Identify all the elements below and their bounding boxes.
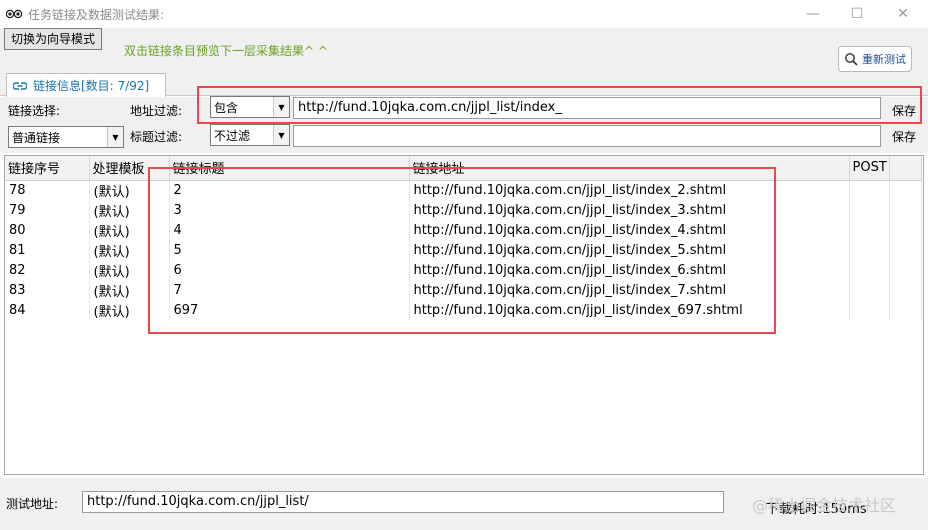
chevron-down-icon: ▼ [273, 125, 289, 145]
grid-highlight [148, 167, 776, 334]
link-select-label: 链接选择: [8, 104, 61, 118]
test-address-input[interactable]: http://fund.10jqka.com.cn/jjpl_list/ [82, 491, 724, 513]
retest-button[interactable]: 重新测试 [838, 46, 912, 72]
table-cell: 84 [5, 300, 90, 320]
table-cell-filler [889, 220, 922, 240]
link-type-value: 普通链接 [12, 130, 61, 145]
retest-label: 重新测试 [862, 53, 906, 66]
table-cell-filler [889, 180, 922, 200]
table-cell [849, 180, 890, 200]
table-cell: 82 [5, 260, 90, 280]
chevron-down-icon: ▼ [107, 127, 123, 147]
table-cell [849, 220, 890, 240]
app-eyes-icon [6, 9, 22, 19]
table-cell-filler [889, 260, 922, 280]
table-cell [849, 200, 890, 220]
table-cell-filler [889, 300, 922, 320]
table-cell: 83 [5, 280, 90, 300]
tab-label: 链接信息[数目: 7/92] [33, 79, 150, 93]
table-cell-filler [889, 200, 922, 220]
column-header[interactable]: POST [849, 156, 890, 181]
address-filter-highlight [197, 86, 922, 124]
close-icon: ✕ [897, 6, 909, 22]
table-cell-filler [889, 280, 922, 300]
table-cell: 79 [5, 200, 90, 220]
test-address-label: 测试地址: [6, 497, 59, 511]
column-header[interactable]: 链接序号 [5, 156, 90, 181]
title-filter-mode-select[interactable]: 不过滤 ▼ [210, 124, 290, 146]
table-cell: 78 [5, 180, 90, 200]
save-title-filter-button[interactable]: 保存 [892, 128, 916, 145]
minimize-icon: — [806, 6, 820, 22]
title-filter-input[interactable] [293, 125, 881, 147]
maximize-button[interactable]: ☐ [834, 0, 880, 28]
table-cell [849, 260, 890, 280]
hint-text: 双击链接条目预览下一层采集结果^ ^ [124, 44, 328, 58]
table-cell-filler [889, 240, 922, 260]
minimize-button[interactable]: — [790, 0, 836, 28]
window-title: 任务链接及数据测试结果: [28, 8, 165, 22]
close-button[interactable]: ✕ [880, 0, 926, 28]
table-cell: 80 [5, 220, 90, 240]
table-cell: 81 [5, 240, 90, 260]
title-filter-mode-value: 不过滤 [214, 128, 251, 143]
table-cell [849, 280, 890, 300]
table-cell [849, 300, 890, 320]
maximize-icon: ☐ [850, 6, 864, 22]
column-header-filler [889, 156, 922, 181]
address-filter-label: 地址过滤: [130, 104, 183, 118]
link-type-select[interactable]: 普通链接 ▼ [8, 126, 124, 148]
table-cell [849, 240, 890, 260]
watermark-text: @稀土掘金技术社区 [752, 496, 897, 515]
tab-link-info[interactable]: 链接信息[数目: 7/92] [6, 73, 166, 98]
title-filter-label: 标题过滤: [130, 130, 183, 144]
link-icon [13, 82, 27, 90]
search-icon [845, 53, 858, 66]
switch-guide-mode-button[interactable]: 切换为向导模式 [4, 28, 102, 50]
